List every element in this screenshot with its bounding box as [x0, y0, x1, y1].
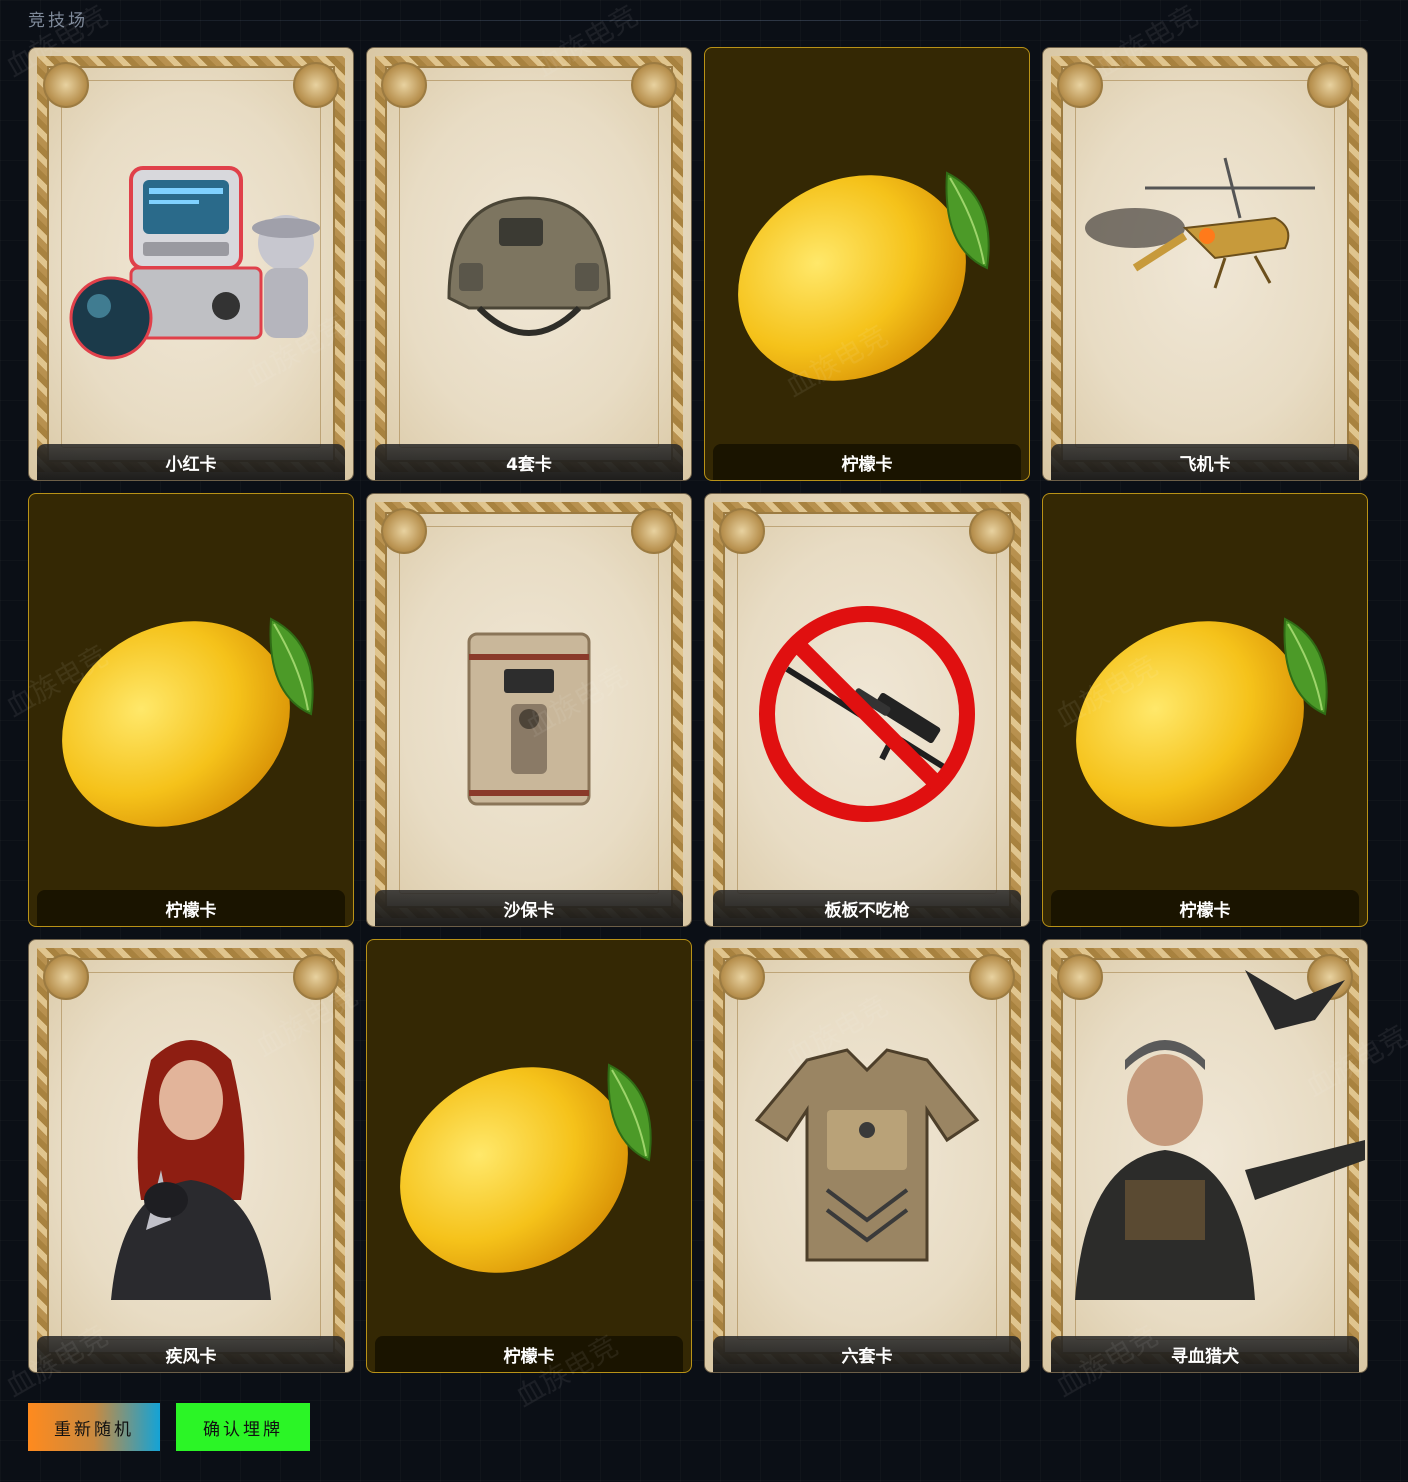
- lemon-icon: [705, 88, 1029, 448]
- card-label: 柠檬卡: [713, 444, 1021, 480]
- card-lemon[interactable]: 柠檬卡: [28, 493, 354, 927]
- card-label: 柠檬卡: [1051, 890, 1359, 926]
- card-no-gun[interactable]: 板板不吃枪: [704, 493, 1030, 927]
- card-label: 柠檬卡: [37, 890, 345, 926]
- body-armor-icon: [705, 980, 1029, 1340]
- card-label: 小红卡: [37, 444, 345, 480]
- card-wind[interactable]: 疾风卡: [28, 939, 354, 1373]
- card-lemon[interactable]: 柠檬卡: [704, 47, 1030, 481]
- card-6tao[interactable]: 六套卡: [704, 939, 1030, 1373]
- card-label: 柠檬卡: [375, 1336, 683, 1372]
- confirm-bury-button[interactable]: 确认埋牌: [176, 1403, 310, 1451]
- card-label: 寻血猎犬: [1051, 1336, 1359, 1372]
- card-lemon[interactable]: 柠檬卡: [1042, 493, 1368, 927]
- reshuffle-button[interactable]: 重新随机: [28, 1403, 160, 1451]
- hunter-portrait-icon: [1043, 950, 1367, 1330]
- card-label: 六套卡: [713, 1336, 1021, 1372]
- card-4tao[interactable]: 4套卡: [366, 47, 692, 481]
- card-aircraft[interactable]: 飞机卡: [1042, 47, 1368, 481]
- card-label: 沙保卡: [375, 890, 683, 926]
- card-bloodhound[interactable]: 寻血猎犬: [1042, 939, 1368, 1373]
- card-label: 疾风卡: [37, 1336, 345, 1372]
- tactical-helmet-icon: [367, 88, 691, 448]
- no-sniper-icon: [705, 534, 1029, 894]
- card-label: 4套卡: [375, 444, 683, 480]
- red-card-machine-icon: [29, 88, 353, 448]
- card-grid: 小红卡 4套卡 柠檬卡 飞机卡 柠檬卡 沙保卡 板板不吃枪 柠檬卡 疾风卡 柠檬…: [28, 47, 1368, 1373]
- helicopter-icon: [1043, 68, 1367, 428]
- lemon-icon: [1043, 534, 1367, 894]
- card-label: 飞机卡: [1051, 444, 1359, 480]
- header-divider: [28, 20, 1368, 21]
- safe-box-icon: [367, 534, 691, 894]
- lemon-icon: [29, 534, 353, 894]
- card-lemon[interactable]: 柠檬卡: [366, 939, 692, 1373]
- lemon-icon: [367, 980, 691, 1340]
- card-xiaohong[interactable]: 小红卡: [28, 47, 354, 481]
- page-title: 竞技场: [28, 11, 88, 31]
- assassin-portrait-icon: [29, 980, 353, 1340]
- card-safe[interactable]: 沙保卡: [366, 493, 692, 927]
- card-label: 板板不吃枪: [713, 890, 1021, 926]
